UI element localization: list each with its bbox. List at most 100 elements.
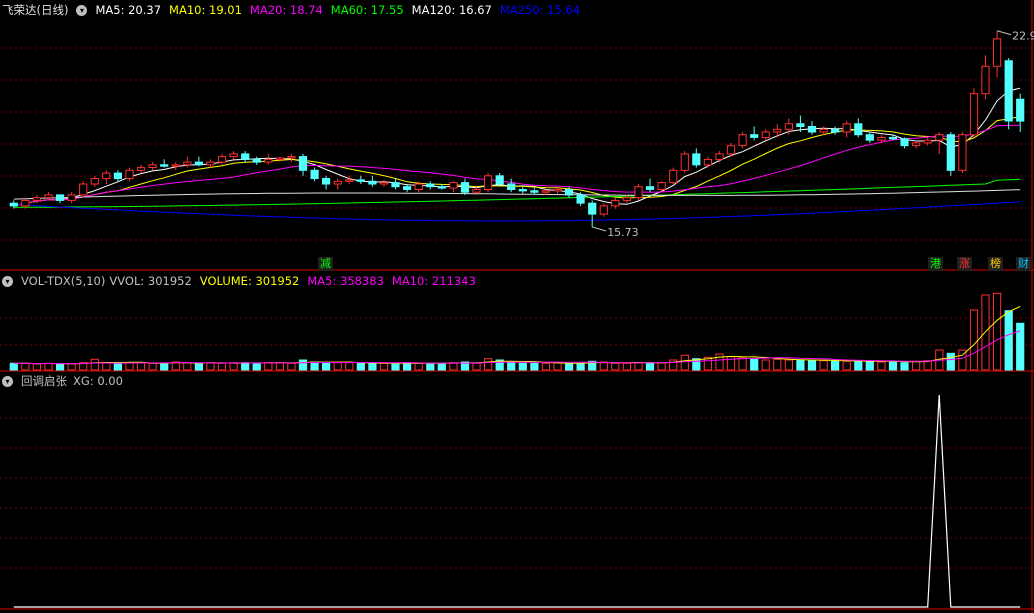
candle-body — [946, 134, 955, 171]
volume-bar — [888, 360, 898, 371]
volume-bar — [900, 362, 909, 371]
candle-body — [842, 123, 851, 133]
dropdown-icon[interactable]: ▾ — [2, 275, 13, 287]
volume-bar — [1004, 310, 1013, 371]
volume-bar — [287, 362, 296, 371]
event-badge-0[interactable]: 减 — [318, 257, 333, 271]
candle-body — [923, 139, 932, 144]
volume-bar — [90, 358, 99, 371]
candle-body — [183, 161, 192, 166]
ma10-line — [13, 115, 1021, 207]
volume-legend-item-0: VVOL: 301952 — [109, 274, 192, 288]
volume-bar — [819, 360, 828, 371]
candle-body — [900, 138, 909, 147]
volume-bar — [9, 362, 18, 371]
event-badge-1[interactable]: 港 — [928, 257, 943, 271]
event-badge-2[interactable]: 涨 — [957, 257, 972, 271]
volume-bar — [449, 362, 458, 371]
volume-bar — [113, 363, 123, 371]
candle-body — [796, 123, 805, 128]
volume-bar — [125, 362, 134, 371]
volume-bar — [241, 362, 250, 371]
volume-bar — [206, 362, 215, 371]
candle-body — [912, 142, 921, 147]
high-pointer — [996, 30, 1012, 36]
candle-body — [345, 179, 354, 182]
volume-bar — [622, 362, 631, 371]
volume-bar — [148, 362, 157, 371]
candle-body — [252, 158, 261, 163]
candle-body — [437, 186, 446, 189]
volume-bar — [310, 361, 319, 371]
candle-body — [136, 167, 146, 171]
volume-bar — [576, 362, 585, 371]
volume-bar — [44, 362, 53, 371]
candle-body — [807, 126, 817, 133]
main-panel-header: 飞荣达(日线) ▾ MA5: 20.37 MA10: 19.01 MA20: 18.… — [2, 2, 588, 18]
candle-body — [298, 156, 308, 171]
volume-bar — [379, 362, 389, 371]
candle-body — [981, 65, 990, 95]
volume-bar — [426, 362, 435, 371]
candle-body — [90, 178, 99, 185]
event-badge-4[interactable]: 财 — [1016, 257, 1031, 271]
volume-bar — [1016, 322, 1025, 371]
xg-signal-line — [13, 394, 1021, 608]
candle-body — [44, 194, 53, 199]
candle-body — [703, 158, 712, 166]
candle-body — [877, 137, 886, 141]
candle-body — [622, 197, 631, 201]
candle-body — [102, 172, 111, 180]
candle-body — [310, 169, 319, 180]
candle-body — [507, 183, 516, 190]
volume-bar — [368, 362, 377, 371]
candle-body — [79, 183, 88, 196]
candle-body — [865, 134, 874, 141]
ma-legend-item-4: MA120: 16.67 — [411, 3, 492, 17]
volume-ma10-line — [13, 330, 1021, 365]
candle-body — [958, 134, 967, 171]
ma-legend-item-1: MA10: 19.01 — [169, 3, 242, 17]
volume-bar — [56, 363, 65, 371]
low-pointer — [592, 226, 607, 232]
candle-body — [403, 186, 412, 190]
volume-bar — [831, 360, 840, 371]
low-price-label: 15.73 — [607, 226, 639, 239]
volume-bar — [877, 361, 886, 371]
volume-bar — [21, 362, 30, 371]
candle-body — [669, 169, 678, 184]
dropdown-icon[interactable]: ▾ — [76, 4, 88, 16]
volume-bar — [611, 362, 620, 371]
candle-body — [171, 164, 180, 167]
volume-bar — [865, 360, 874, 371]
candle-body — [553, 189, 562, 192]
volume-legend-item-2: MA5: 358383 — [307, 274, 384, 288]
volume-bar — [183, 362, 192, 371]
volume-legend-item-1: VOLUME: 301952 — [199, 274, 300, 288]
volume-panel-header: ▾ VOL-TDX(5,10) VVOL: 301952 VOLUME: 3019… — [2, 273, 484, 289]
volume-bar — [854, 360, 863, 371]
candle-body — [761, 131, 770, 138]
volume-bar — [160, 362, 169, 371]
candle-body — [773, 128, 782, 133]
candle-body — [206, 161, 215, 166]
ma250-line — [13, 201, 1021, 222]
volume-bar — [403, 362, 412, 371]
volume-title[interactable]: VOL-TDX(5,10) — [21, 274, 105, 288]
candle-body — [530, 190, 539, 193]
volume-bar — [437, 362, 446, 371]
candle-body — [611, 199, 620, 207]
candle-body — [993, 38, 1002, 67]
volume-bar — [229, 362, 238, 371]
volume-bar — [807, 360, 817, 371]
stock-title[interactable]: 飞荣达(日线) — [2, 2, 68, 18]
candle-body — [322, 178, 331, 185]
indicator-title[interactable]: 回调启张 — [21, 373, 67, 389]
candle-body — [368, 180, 377, 185]
dropdown-icon[interactable]: ▾ — [2, 375, 13, 387]
volume-bar — [507, 361, 516, 371]
kline-chart[interactable]: 22.9 15.73 — [0, 0, 1034, 613]
event-badge-3[interactable]: 榜 — [988, 257, 1003, 271]
volume-bar — [32, 363, 41, 371]
candle-body — [518, 189, 527, 192]
